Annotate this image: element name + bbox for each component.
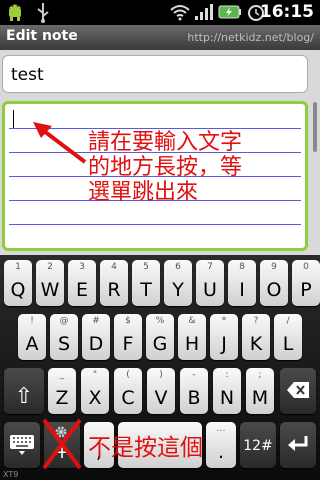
- annotation-line-1: 請在要輸入文字: [88, 130, 243, 155]
- annotation-text: 請在要輸入文字 的地方長按，等 選單跳出來: [88, 130, 242, 205]
- scrollbar-thumb[interactable]: [313, 102, 317, 152]
- signal-icon: [195, 4, 213, 20]
- ruled-line: [9, 248, 301, 249]
- key-f[interactable]: $ F: [114, 314, 142, 360]
- backspace-icon: [287, 382, 309, 398]
- period-key[interactable]: ….: [206, 422, 236, 468]
- xt9-label: XT9: [3, 470, 19, 479]
- key-t[interactable]: 5T: [132, 260, 160, 306]
- key-d[interactable]: # D: [82, 314, 110, 360]
- settings-key[interactable]: +: [42, 418, 82, 470]
- key-j[interactable]: * J: [210, 314, 238, 360]
- annotation-bottom-text: 不是按這個: [88, 435, 203, 461]
- shift-key[interactable]: ⇧: [4, 368, 44, 414]
- backspace-key[interactable]: [280, 368, 316, 414]
- key-e[interactable]: 3E: [68, 260, 96, 306]
- android-icon: [9, 4, 21, 21]
- symbols-key[interactable]: 12#: [240, 422, 276, 468]
- key-m[interactable]: ; M: [246, 368, 274, 414]
- key-o[interactable]: 9O: [260, 260, 288, 306]
- key-q[interactable]: 1Q: [4, 260, 32, 306]
- watermark-url: http://netkidz.net/blog/: [187, 31, 314, 44]
- keyboard-icon: [10, 435, 34, 455]
- annotation-line-2: 的地方長按，等: [88, 155, 243, 180]
- enter-icon: [288, 436, 308, 451]
- key-n[interactable]: :N: [213, 368, 241, 414]
- key-h[interactable]: & H: [178, 314, 206, 360]
- shift-icon: ⇧: [14, 384, 34, 409]
- text-cursor: [13, 110, 14, 128]
- key-w[interactable]: 2W: [36, 260, 64, 306]
- red-x-mark: [42, 418, 82, 470]
- note-title-input[interactable]: test: [2, 55, 308, 93]
- key-a[interactable]: ! A: [18, 314, 46, 360]
- status-bar: 16:15: [0, 0, 320, 25]
- key-r[interactable]: 4R: [100, 260, 128, 306]
- key-v[interactable]: ) V: [147, 368, 175, 414]
- keyboard-switch-key[interactable]: [4, 422, 40, 468]
- annotation-line-3: 選單跳出來: [88, 180, 199, 205]
- status-time: 16:15: [259, 2, 314, 22]
- key-u[interactable]: 7U: [196, 260, 224, 306]
- enter-key[interactable]: [280, 422, 316, 468]
- key-z[interactable]: _ Z: [48, 368, 76, 414]
- key-i[interactable]: 8I: [228, 260, 256, 306]
- key-s[interactable]: @ S: [50, 314, 78, 360]
- annotation-arrow: [33, 122, 87, 164]
- key-y[interactable]: 6Y: [164, 260, 192, 306]
- key-p[interactable]: 0P: [292, 260, 320, 306]
- key-g[interactable]: % G: [146, 314, 174, 360]
- usb-icon: [37, 3, 49, 23]
- key-x[interactable]: " X: [81, 368, 109, 414]
- key-b[interactable]: -B: [180, 368, 208, 414]
- key-l[interactable]: / L: [274, 314, 302, 360]
- key-c[interactable]: (C: [114, 368, 142, 414]
- wifi-icon: [170, 5, 190, 21]
- app-title: Edit note: [6, 28, 78, 44]
- ruled-line: [9, 224, 301, 225]
- app-title-bar: Edit note http://netkidz.net/blog/: [0, 25, 320, 50]
- note-title-value: test: [11, 65, 44, 85]
- battery-icon: [218, 5, 241, 19]
- key-k[interactable]: ? K: [242, 314, 270, 360]
